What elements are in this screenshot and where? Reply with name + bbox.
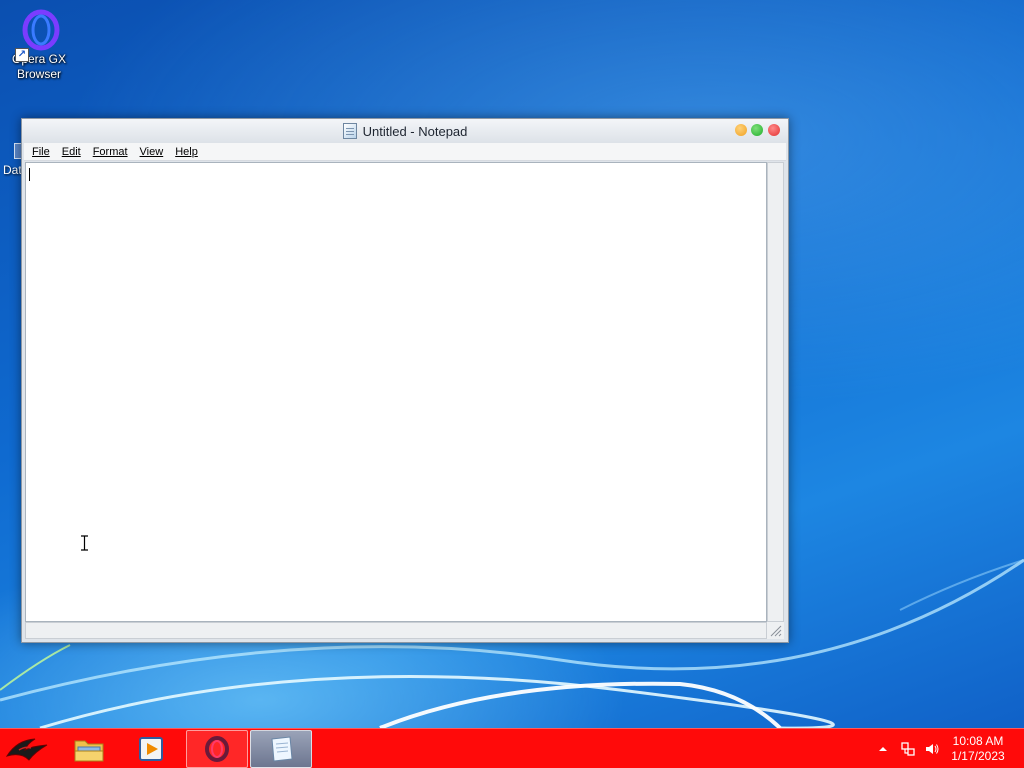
maximize-button[interactable] — [751, 124, 763, 136]
menu-view[interactable]: View — [140, 146, 164, 158]
window-title: Untitled - Notepad — [362, 123, 468, 139]
title-wrap: Untitled - Notepad — [22, 119, 788, 143]
ibeam-cursor-icon — [81, 535, 88, 551]
volume-icon — [926, 744, 939, 754]
menu-bar: File Edit Format View Help — [24, 143, 786, 161]
taskbar-media-player[interactable] — [120, 729, 182, 768]
vertical-scrollbar[interactable] — [767, 162, 784, 622]
tray-volume[interactable] — [924, 729, 940, 768]
close-button[interactable] — [768, 124, 780, 136]
taskbar-opera-gx[interactable] — [186, 730, 248, 768]
desktop-icon-label: Browser — [16, 67, 61, 81]
notepad-icon — [271, 736, 293, 762]
clock-time: 10:08 AM — [952, 734, 1004, 748]
taskbar-notepad[interactable] — [250, 730, 312, 768]
desktop-icon-opera-gx[interactable]: ↗ Opera GX Browser — [1, 8, 77, 82]
resize-grip[interactable] — [767, 622, 784, 639]
taskbar: 10:08 AM 1/17/2023 — [0, 728, 1024, 768]
shortcut-arrow-icon: ↗ — [15, 48, 29, 62]
clock-date: 1/17/2023 — [951, 749, 1005, 763]
text-editor[interactable] — [25, 162, 767, 622]
taskbar-file-explorer[interactable] — [58, 729, 120, 768]
menu-edit[interactable]: Edit — [62, 146, 81, 158]
clock[interactable]: 10:08 AM 1/17/2023 — [940, 734, 1016, 764]
media-player-icon — [139, 737, 163, 761]
desktop-icon-label-partial[interactable]: Dat — [3, 163, 22, 177]
notepad-icon — [342, 123, 357, 139]
menu-format[interactable]: Format — [93, 146, 128, 158]
menu-file[interactable]: File — [32, 146, 50, 158]
notepad-window[interactable]: Untitled - Notepad File Edit Format View… — [21, 118, 789, 643]
rog-logo-icon — [5, 738, 48, 761]
opera-gx-icon — [205, 736, 229, 762]
desktop-icon-label: Opera GX — [11, 52, 67, 66]
folder-icon — [74, 740, 104, 762]
opera-gx-icon — [22, 9, 60, 51]
show-hidden-icons-arrow[interactable] — [876, 742, 890, 756]
minimize-button[interactable] — [735, 124, 747, 136]
network-icon — [901, 742, 915, 756]
text-caret — [29, 168, 30, 181]
start-button[interactable] — [0, 729, 54, 768]
menu-help[interactable]: Help — [175, 146, 198, 158]
horizontal-scrollbar[interactable] — [25, 622, 767, 639]
tray-network[interactable] — [900, 729, 916, 768]
system-tray — [876, 729, 890, 768]
resize-grip-icon — [770, 625, 782, 637]
